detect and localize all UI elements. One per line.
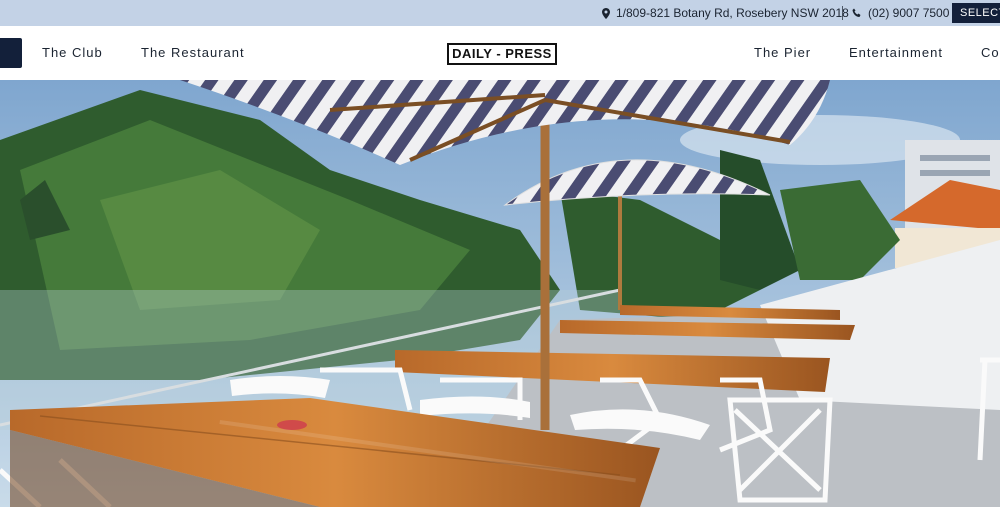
menu-toggle-button[interactable] — [0, 38, 22, 68]
top-info-bar: 1/809-821 Botany Rd, Rosebery NSW 2018 (… — [0, 0, 1000, 26]
divider — [842, 6, 843, 20]
location-pin-icon — [602, 7, 610, 19]
phone-text: (02) 9007 7500 — [868, 6, 950, 20]
phone-icon — [852, 8, 861, 17]
address-block[interactable]: 1/809-821 Botany Rd, Rosebery NSW 2018 — [602, 0, 849, 26]
address-text: 1/809-821 Botany Rd, Rosebery NSW 2018 — [616, 6, 849, 20]
nav-link-the-club[interactable]: The Club — [42, 26, 103, 80]
phone-block[interactable]: (02) 9007 7500 — [852, 0, 949, 26]
hero-image — [0, 80, 1000, 507]
nav-link-the-pier[interactable]: The Pier — [754, 26, 811, 80]
nav-link-entertainment[interactable]: Entertainment — [849, 26, 943, 80]
site-logo[interactable]: DAILY - PRESS — [447, 43, 557, 65]
nav-link-co[interactable]: Co — [981, 26, 1000, 80]
rooftop-terrace-photo — [0, 80, 1000, 507]
select-button[interactable]: SELECT — [952, 3, 1000, 23]
nav-link-the-restaurant[interactable]: The Restaurant — [141, 26, 245, 80]
